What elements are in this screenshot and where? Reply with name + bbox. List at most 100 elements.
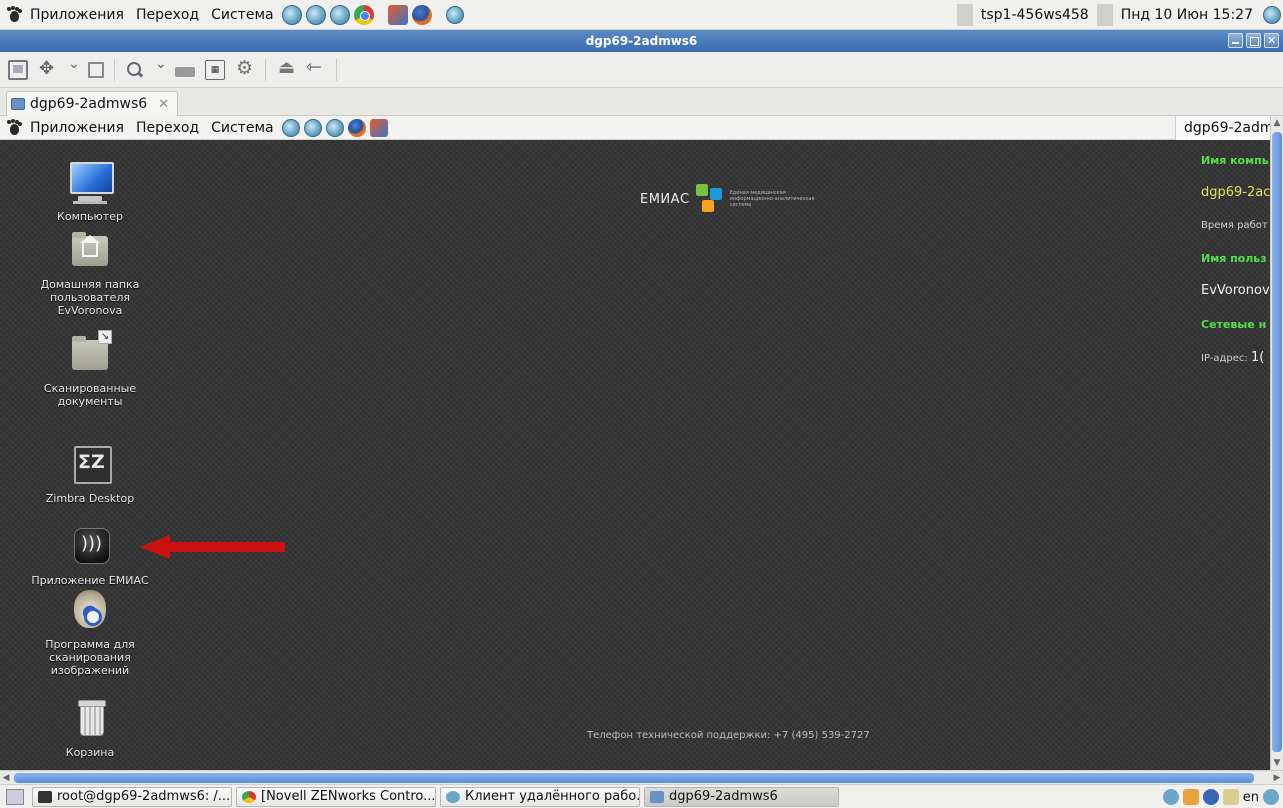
- remote-menu-applications[interactable]: Приложения: [24, 120, 130, 136]
- eject-icon[interactable]: [276, 57, 296, 80]
- remote-people-icon-2[interactable]: [303, 118, 322, 137]
- maximize-icon[interactable]: [1246, 33, 1261, 48]
- fullscreen-icon[interactable]: [8, 59, 28, 80]
- bottom-taskbar: root@dgp69-2admws6: /... [Novell ZENwork…: [0, 784, 1283, 808]
- remote-client-launcher-icon[interactable]: [445, 5, 464, 24]
- scroll-left-icon[interactable]: ◀: [0, 771, 12, 785]
- remote-gnome-foot-icon[interactable]: [6, 119, 22, 136]
- panel-clock[interactable]: Пнд 10 Июн 15:27: [1113, 7, 1261, 23]
- horizontal-scrollbar[interactable]: ◀ ▶: [0, 770, 1283, 784]
- tray-people-icon[interactable]: [1263, 789, 1279, 805]
- panel-separator: [1096, 4, 1113, 26]
- people-launcher-icon-3[interactable]: [329, 4, 350, 25]
- desktop-icon-emias-app[interactable]: ))) Приложение ЕМИАС: [25, 522, 155, 587]
- computer-name-label: Имя компь: [1201, 154, 1269, 167]
- desktop-icon-label: Сканированные документы: [43, 382, 137, 408]
- window-title: dgp69-2admws6: [585, 34, 698, 48]
- scanner-icon: [66, 586, 114, 634]
- menu-system[interactable]: Система: [205, 7, 279, 23]
- move-icon[interactable]: [38, 58, 58, 80]
- tray-client-icon[interactable]: [1162, 789, 1179, 805]
- tray-network-icon[interactable]: [1202, 789, 1219, 805]
- tray-people-icon[interactable]: [1263, 6, 1281, 24]
- tab-close-icon[interactable]: ✕: [158, 97, 169, 112]
- remote-people-icon-3[interactable]: [325, 118, 344, 137]
- keyboard-layout-indicator[interactable]: en: [1243, 790, 1259, 805]
- minimize-icon[interactable]: [1228, 33, 1243, 48]
- scroll-up-icon[interactable]: ▲: [1271, 116, 1283, 130]
- menu-places[interactable]: Переход: [130, 7, 205, 23]
- desktop-icon-label: Корзина: [65, 746, 115, 759]
- horizontal-scroll-thumb[interactable]: [14, 773, 1254, 783]
- desktop-icon-trash[interactable]: Корзина: [25, 694, 155, 759]
- support-phone-text: Телефон технической поддержки: +7 (495) …: [587, 730, 870, 741]
- desktop-icon-label: Zimbra Desktop: [45, 492, 135, 505]
- remote-desktop[interactable]: Компьютер Домашняя папка пользователя Ev…: [0, 140, 1270, 770]
- remote-menu-system[interactable]: Система: [205, 120, 279, 136]
- window-title-bar[interactable]: dgp69-2admws6: [0, 30, 1283, 52]
- people-launcher-icon[interactable]: [281, 4, 302, 25]
- emias-logo-word: ЕМИАС: [640, 191, 690, 207]
- app-launcher-icon[interactable]: [387, 4, 408, 25]
- tab-bar: dgp69-2admws6 ✕: [0, 88, 1283, 116]
- task-remote-session[interactable]: dgp69-2admws6: [644, 787, 839, 807]
- emias-app-icon: ))): [66, 522, 114, 570]
- copy-icon[interactable]: [88, 61, 104, 78]
- remote-client-icon: [446, 791, 460, 803]
- people-launcher-icon-2[interactable]: [305, 4, 326, 25]
- top-panel-right: tsp1-456ws458 Пнд 10 Июн 15:27: [956, 0, 1283, 30]
- firefox-launcher-icon[interactable]: [411, 4, 432, 25]
- remote-menu-places[interactable]: Переход: [130, 120, 205, 136]
- disconnect-icon[interactable]: [306, 56, 326, 80]
- menu-applications[interactable]: Приложения: [24, 7, 130, 23]
- panel-separator: [956, 4, 973, 26]
- ip-address: IP-адрес: 1(: [1201, 350, 1265, 365]
- desktop-icon-label: Домашняя папка пользователя EvVoronova: [40, 278, 140, 317]
- task-zenworks[interactable]: [Novell ZENworks Contro...: [236, 787, 436, 807]
- panel-hostname: tsp1-456ws458: [980, 7, 1089, 23]
- chrome-icon: [242, 791, 256, 803]
- task-terminal[interactable]: root@dgp69-2admws6: /...: [32, 787, 232, 807]
- chrome-launcher-icon[interactable]: [353, 4, 374, 25]
- home-folder-icon: [66, 226, 114, 274]
- remote-host-button[interactable]: dgp69-2admw: [1175, 116, 1270, 140]
- zoom-icon[interactable]: [125, 60, 145, 80]
- show-desktop-icon[interactable]: [6, 789, 24, 805]
- emias-logo: ЕМИАС Единая медицинская информационно-а…: [640, 182, 814, 216]
- remote-app-icon[interactable]: [369, 118, 388, 137]
- vertical-scrollbar[interactable]: ▲ ▼: [1270, 116, 1283, 770]
- scroll-right-icon[interactable]: ▶: [1271, 771, 1283, 785]
- remote-firefox-icon[interactable]: [347, 118, 366, 137]
- gear-icon[interactable]: [235, 57, 255, 80]
- gnome-foot-icon[interactable]: [6, 6, 22, 23]
- desktop-icon-computer[interactable]: Компьютер: [25, 158, 155, 223]
- toolbar-separator: [336, 58, 337, 81]
- tray-update-icon[interactable]: [1182, 789, 1199, 805]
- desktop-icon-zimbra[interactable]: ΣZ Zimbra Desktop: [25, 440, 155, 505]
- user-name-value: EvVoronov: [1201, 283, 1270, 298]
- chevron-down-icon[interactable]: [68, 56, 80, 80]
- task-remote-client[interactable]: Клиент удалённого рабо...: [440, 787, 640, 807]
- close-icon[interactable]: [1264, 33, 1279, 48]
- computer-icon: [66, 158, 114, 206]
- computer-name-value: dgp69-2ac: [1201, 185, 1270, 200]
- desktop-icon-scanner-program[interactable]: Программа для сканирования изображений: [25, 586, 155, 677]
- uptime-label: Время работ: [1201, 220, 1268, 231]
- desktop-icon-scanned-docs[interactable]: ↘ Сканированные документы: [25, 330, 155, 408]
- remote-people-icon[interactable]: [281, 118, 300, 137]
- chevron-down-icon[interactable]: [155, 56, 167, 80]
- remote-session-icon: [650, 791, 664, 803]
- user-name-label: Имя польз: [1201, 252, 1267, 265]
- keyboard-icon[interactable]: [175, 66, 195, 77]
- zimbra-icon: ΣZ: [66, 440, 114, 488]
- desktop-icon-home-folder[interactable]: Домашняя папка пользователя EvVoronova: [25, 226, 155, 317]
- tray-clipboard-icon[interactable]: [1222, 789, 1239, 805]
- tab-remote-session[interactable]: dgp69-2admws6 ✕: [6, 91, 179, 116]
- vertical-scroll-thumb[interactable]: [1272, 132, 1282, 752]
- viewer-toolbar: ▦: [0, 52, 1283, 88]
- emias-cross-icon: [694, 182, 728, 216]
- remote-session-icon: [11, 98, 25, 110]
- scroll-down-icon[interactable]: ▼: [1271, 756, 1283, 770]
- annotation-arrow: [140, 535, 285, 559]
- ctrl-alt-del-icon[interactable]: ▦: [205, 59, 225, 80]
